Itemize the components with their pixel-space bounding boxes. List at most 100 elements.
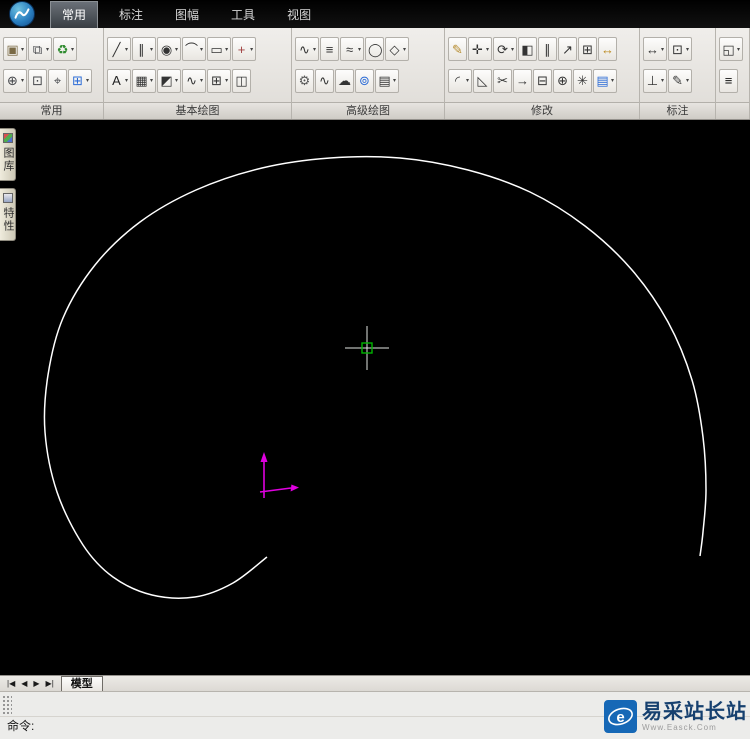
- dropdown-arrow-icon[interactable]: ▾: [175, 77, 178, 84]
- scale-button[interactable]: ↗: [558, 37, 577, 61]
- fillet-button[interactable]: ◜▾: [448, 69, 472, 93]
- sheet-nav-first-button[interactable]: |◀: [4, 676, 18, 691]
- insert-block-button[interactable]: ▤▾: [375, 69, 399, 93]
- layer-button[interactable]: ⊞▾: [68, 69, 92, 93]
- menu-tab-home[interactable]: 常用: [50, 1, 98, 28]
- dropdown-arrow-icon[interactable]: ▾: [686, 46, 689, 53]
- dropdown-arrow-icon[interactable]: ▾: [403, 46, 406, 53]
- dropdown-arrow-icon[interactable]: ▾: [150, 46, 153, 53]
- rectangle-button[interactable]: ▭▾: [207, 37, 231, 61]
- extend-button[interactable]: →: [513, 69, 532, 93]
- stretch-button[interactable]: ↔: [598, 37, 617, 61]
- dropdown-arrow-icon[interactable]: ▾: [71, 46, 74, 53]
- leader-button[interactable]: ⊡▾: [668, 37, 692, 61]
- sheet-nav-prev-button[interactable]: ◀: [18, 676, 30, 691]
- dropdown-arrow-icon[interactable]: ▾: [21, 46, 24, 53]
- dropdown-arrow-icon[interactable]: ▾: [511, 46, 514, 53]
- dropdown-arrow-icon[interactable]: ▾: [313, 46, 316, 53]
- block-button[interactable]: ♻▾: [53, 37, 77, 61]
- dots-button[interactable]: ⊚: [355, 69, 374, 93]
- dropdown-arrow-icon[interactable]: ▾: [611, 77, 614, 84]
- offset-button[interactable]: ∥: [538, 37, 557, 61]
- curve-button[interactable]: ∿▾: [182, 69, 206, 93]
- gradient-button[interactable]: ◩▾: [157, 69, 181, 93]
- dropdown-arrow-icon[interactable]: ▾: [200, 77, 203, 84]
- circle-button[interactable]: ◉▾: [157, 37, 181, 61]
- menu-tab-view[interactable]: 视图: [276, 2, 322, 28]
- dropdown-arrow-icon[interactable]: ▾: [225, 77, 228, 84]
- ribbon-group-label-common[interactable]: 常用: [0, 102, 103, 119]
- side-tab-library[interactable]: 图库: [0, 128, 16, 181]
- dropdown-arrow-icon[interactable]: ▾: [686, 77, 689, 84]
- move-button[interactable]: ✛▾: [468, 37, 492, 61]
- parallel-button[interactable]: ∥▾: [132, 37, 156, 61]
- command-prompt[interactable]: 命令:: [7, 717, 34, 734]
- ribbon-group-label-dimension[interactable]: 标注: [640, 102, 715, 119]
- trim-button[interactable]: ✂: [493, 69, 512, 93]
- zoom-button[interactable]: ⊕▾: [3, 69, 27, 93]
- ribbon-group-label-advanced-draw[interactable]: 高级绘图: [292, 102, 444, 119]
- dimension-button[interactable]: ↔▾: [643, 37, 667, 61]
- erase-button[interactable]: ✎: [448, 37, 467, 61]
- paste-button[interactable]: ▣▾: [3, 37, 27, 61]
- properties-match-button[interactable]: ▤▾: [593, 69, 617, 93]
- dropdown-arrow-icon[interactable]: ▾: [486, 46, 489, 53]
- rotate-button[interactable]: ⟳▾: [493, 37, 517, 61]
- multiline-button[interactable]: ≡: [320, 37, 339, 61]
- customize-button[interactable]: ◱▾: [719, 37, 743, 61]
- dim-style-button[interactable]: ✎▾: [668, 69, 692, 93]
- dropdown-arrow-icon[interactable]: ▾: [466, 77, 469, 84]
- polygon-button[interactable]: ◇▾: [385, 37, 409, 61]
- side-tab-properties[interactable]: 特性: [0, 188, 16, 241]
- menu-tab-dimension[interactable]: 标注: [108, 2, 154, 28]
- menu-button[interactable]: ≡: [719, 69, 738, 93]
- ribbon-group-label-modify[interactable]: 修改: [445, 102, 639, 119]
- ribbon-group-label-basic-draw[interactable]: 基本绘图: [104, 102, 291, 119]
- drawing-canvas[interactable]: [0, 120, 750, 675]
- dropdown-arrow-icon[interactable]: ▾: [661, 77, 664, 84]
- table-button[interactable]: ⊞▾: [207, 69, 231, 93]
- sheet-nav-last-button[interactable]: ▶|: [43, 676, 57, 691]
- array-button[interactable]: ⊞: [578, 37, 597, 61]
- zoom-window-button[interactable]: ⊡: [28, 69, 47, 93]
- sheet-tab-model[interactable]: 模型: [61, 676, 103, 692]
- dropdown-arrow-icon[interactable]: ▾: [125, 46, 128, 53]
- dropdown-arrow-icon[interactable]: ▾: [393, 77, 396, 84]
- menu-tab-sheet[interactable]: 图幅: [164, 2, 210, 28]
- cloud-button[interactable]: ☁: [335, 69, 354, 93]
- dropdown-arrow-icon[interactable]: ▾: [250, 46, 253, 53]
- join-button[interactable]: ⊕: [553, 69, 572, 93]
- dropdown-arrow-icon[interactable]: ▾: [46, 46, 49, 53]
- app-logo-icon[interactable]: [9, 1, 35, 27]
- mirror-button[interactable]: ◧: [518, 37, 537, 61]
- dropdown-arrow-icon[interactable]: ▾: [358, 46, 361, 53]
- polyline-button[interactable]: ∿▾: [295, 37, 319, 61]
- command-bar-grip[interactable]: [2, 695, 12, 715]
- wave-button[interactable]: ∿: [315, 69, 334, 93]
- dropdown-arrow-icon[interactable]: ▾: [175, 46, 178, 53]
- dropdown-arrow-icon[interactable]: ▾: [86, 77, 89, 84]
- menu-tab-tools[interactable]: 工具: [220, 2, 266, 28]
- dropdown-arrow-icon[interactable]: ▾: [200, 46, 203, 53]
- dropdown-arrow-icon[interactable]: ▾: [21, 77, 24, 84]
- chamfer-button[interactable]: ◺: [473, 69, 492, 93]
- coordinate-dim-button[interactable]: ⊥▾: [643, 69, 667, 93]
- ellipse-button[interactable]: ◯: [365, 37, 384, 61]
- dropdown-arrow-icon[interactable]: ▾: [225, 46, 228, 53]
- text-button[interactable]: A▾: [107, 69, 131, 93]
- region-button[interactable]: ◫: [232, 69, 251, 93]
- dropdown-arrow-icon[interactable]: ▾: [125, 77, 128, 84]
- spline-button[interactable]: ≈▾: [340, 37, 364, 61]
- dropdown-arrow-icon[interactable]: ▾: [150, 77, 153, 84]
- dropdown-arrow-icon[interactable]: ▾: [661, 46, 664, 53]
- centerline-button[interactable]: +▾: [232, 37, 256, 61]
- explode-button[interactable]: ✳: [573, 69, 592, 93]
- arc-button[interactable]: ⌒▾: [182, 37, 206, 61]
- sheet-nav-next-button[interactable]: ▶: [30, 676, 42, 691]
- pan-button[interactable]: ⌖: [48, 69, 67, 93]
- hatch-button[interactable]: ▦▾: [132, 69, 156, 93]
- break-button[interactable]: ⊟: [533, 69, 552, 93]
- copy-button[interactable]: ⧉▾: [28, 37, 52, 61]
- line-button[interactable]: ╱▾: [107, 37, 131, 61]
- gear-button[interactable]: ⚙: [295, 69, 314, 93]
